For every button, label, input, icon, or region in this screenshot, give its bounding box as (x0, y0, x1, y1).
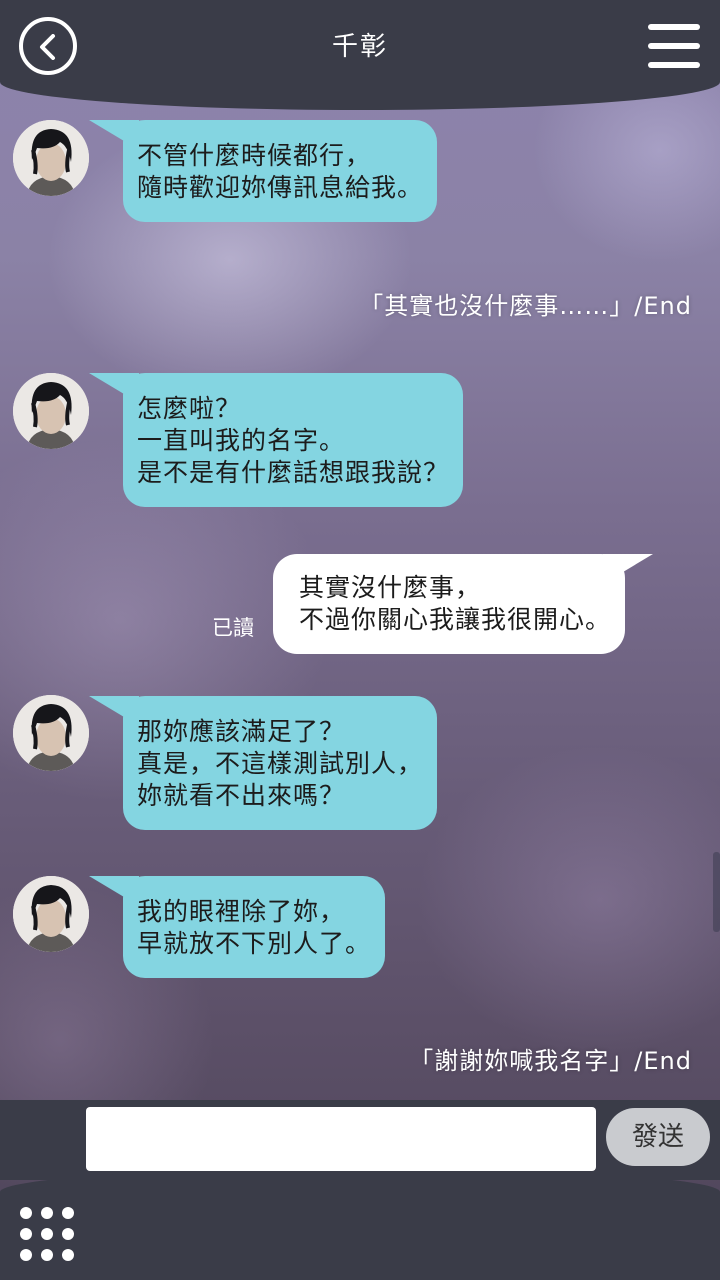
message-line: 不管什麼時候都行， (137, 141, 372, 170)
incoming-message-bubble: 怎麼啦？ 一直叫我的名字。 是不是有什麼話想跟我說？ (88, 373, 464, 507)
outgoing-message-bubble: 其實沒什麼事， 不過你關心我讓我很開心。 (273, 554, 654, 654)
avatar-portrait-icon (13, 695, 89, 771)
send-button[interactable]: 發送 (606, 1108, 710, 1166)
message-line: 一直叫我的名字。 (137, 426, 346, 455)
message-line: 怎麼啦？ (137, 394, 242, 423)
grid-menu-button[interactable] (20, 1207, 74, 1261)
message-line: 是不是有什麼話想跟我說？ (137, 458, 450, 487)
grid-dots-icon (20, 1207, 32, 1219)
message-line: 我的眼裡除了妳， (137, 897, 346, 926)
scrollbar-thumb[interactable] (713, 852, 720, 932)
read-receipt: 已讀 (212, 616, 254, 640)
bottom-bar (0, 1168, 720, 1280)
avatar-portrait-icon (13, 876, 89, 952)
message-line: 早就放不下別人了。 (137, 929, 372, 958)
message-input[interactable] (86, 1107, 596, 1171)
message-line: 不過你關心我讓我很開心。 (299, 605, 612, 634)
avatar[interactable] (13, 373, 89, 449)
choice-end-label: 「其實也沒什麼事……」/End (359, 292, 692, 320)
message-line: 隨時歡迎妳傳訊息給我。 (137, 173, 424, 202)
incoming-message-bubble: 那妳應該滿足了？ 真是，不這樣測試別人， 妳就看不出來嗎？ (88, 696, 438, 830)
avatar[interactable] (13, 695, 89, 771)
avatar[interactable] (13, 876, 89, 952)
message-line: 那妳應該滿足了？ (137, 717, 346, 746)
incoming-message-bubble: 我的眼裡除了妳， 早就放不下別人了。 (88, 876, 386, 978)
hamburger-menu-icon (648, 24, 700, 30)
menu-button[interactable] (648, 24, 700, 68)
message-line: 真是，不這樣測試別人， (137, 749, 424, 778)
avatar[interactable] (13, 120, 89, 196)
contact-name: 千彰 (331, 32, 388, 62)
choice-end-label: 「謝謝妳喊我名字」/End (409, 1047, 692, 1075)
message-line: 妳就看不出來嗎？ (137, 781, 346, 810)
incoming-message-bubble: 不管什麼時候都行， 隨時歡迎妳傳訊息給我。 (88, 120, 438, 222)
message-line: 其實沒什麼事， (299, 573, 482, 602)
top-bar: 千彰 (0, 0, 720, 110)
avatar-portrait-icon (13, 120, 89, 196)
avatar-portrait-icon (13, 373, 89, 449)
